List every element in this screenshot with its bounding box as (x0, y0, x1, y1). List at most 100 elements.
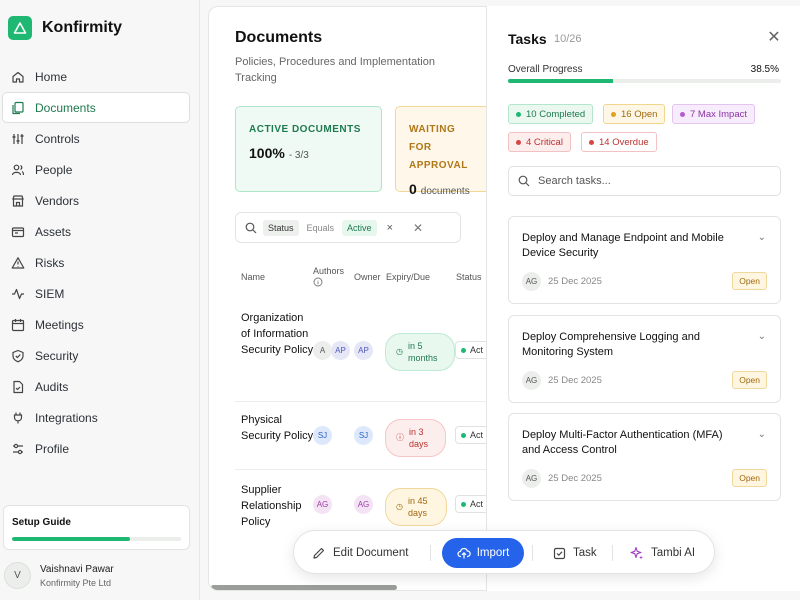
sidebar-item-label: Integrations (35, 410, 98, 425)
sidebar-item-audits[interactable]: Audits (2, 371, 190, 402)
tag-critical[interactable]: 4 Critical (508, 132, 571, 152)
sidebar-item-assets[interactable]: Assets (2, 216, 190, 247)
chevron-down-icon[interactable]: ⌄ (758, 429, 766, 440)
sidebar-item-people[interactable]: People (2, 154, 190, 185)
assets-icon (11, 226, 25, 237)
sidebar: Konfirmity Home Documents Controls Peopl… (0, 0, 200, 600)
filter-operator[interactable]: Equals (305, 223, 337, 233)
column-header-authors[interactable]: Authors (313, 265, 344, 290)
tambi-ai-button[interactable]: Tambi AI (630, 531, 695, 575)
task-search[interactable] (508, 166, 781, 196)
column-header-owner[interactable]: Owner (354, 271, 381, 283)
assignee-avatar: AG (522, 371, 541, 390)
sidebar-item-vendors[interactable]: Vendors (2, 185, 190, 216)
sidebar-item-siem[interactable]: SIEM (2, 278, 190, 309)
setup-guide-title: Setup Guide (12, 517, 71, 528)
sidebar-item-label: SIEM (35, 286, 65, 301)
tasks-panel: Tasks 10/26 ✕ Overall Progress 38.5% 10 … (486, 6, 800, 591)
waiting-approval-card[interactable]: WAITING FOR APPROVAL 0 documents (395, 106, 495, 197)
task-date: 25 Dec 2025 (548, 375, 602, 386)
tag-max-impact[interactable]: 7 Max Impact (672, 104, 756, 124)
horizontal-scrollbar[interactable] (211, 585, 397, 590)
sliders-icon (12, 133, 24, 144)
cloud-upload-icon (457, 547, 471, 559)
status-badge: Open (732, 469, 767, 487)
edit-document-button[interactable]: Edit Document (312, 531, 408, 575)
document-name[interactable]: Supplier Relationship Policy (241, 482, 315, 530)
tasks-title: Tasks (508, 31, 547, 47)
progress-fill (508, 79, 614, 83)
stat-label: ACTIVE DOCUMENTS (249, 124, 361, 135)
page-subtitle: Policies, Procedures and Implementation … (235, 56, 435, 84)
user-profile[interactable]: V Vaishnavi Pawar Konfirmity Pte Ltd (4, 562, 114, 589)
setup-guide-progress-fill (12, 537, 131, 541)
author-avatar: AP (331, 341, 350, 360)
author-avatar: AG (313, 495, 332, 514)
progress-bar (508, 79, 781, 83)
clear-filters-icon[interactable]: ✕ (413, 221, 423, 235)
chevron-down-icon[interactable]: ⌄ (758, 331, 766, 342)
task-name: Deploy Multi-Factor Authentication (MFA)… (522, 429, 723, 456)
document-name[interactable]: Organization of Information Security Pol… (241, 310, 315, 358)
task-card[interactable]: Deploy and Manage Endpoint and Mobile De… (508, 216, 781, 304)
author-avatar: A (313, 341, 332, 360)
filter-value[interactable]: Active (342, 219, 377, 236)
column-header-due[interactable]: Expiry/Due (386, 271, 430, 283)
add-task-button[interactable]: Task (553, 531, 597, 575)
author-avatar: SJ (313, 426, 332, 445)
pencil-icon (313, 547, 325, 559)
task-name: Deploy and Manage Endpoint and Mobile De… (522, 232, 724, 259)
filter-bar[interactable]: Status Equals Active × ✕ (235, 212, 461, 243)
chevron-down-icon[interactable]: ⌄ (758, 232, 766, 243)
task-date: 25 Dec 2025 (548, 473, 602, 484)
sidebar-item-profile[interactable]: Profile (2, 433, 190, 464)
tag-open[interactable]: 16 Open (603, 104, 666, 124)
tag-overdue[interactable]: 14 Overdue (581, 132, 657, 152)
sidebar-item-integrations[interactable]: Integrations (2, 402, 190, 433)
sidebar-item-label: Audits (35, 379, 69, 394)
tag-completed[interactable]: 10 Completed (508, 104, 594, 124)
task-date: 25 Dec 2025 (548, 276, 602, 287)
column-header-status[interactable]: Status (456, 271, 482, 283)
info-icon[interactable] (313, 277, 323, 287)
task-name: Deploy Comprehensive Logging and Monitor… (522, 331, 700, 358)
task-card[interactable]: Deploy Comprehensive Logging and Monitor… (508, 315, 781, 403)
setup-guide[interactable]: Setup Guide (3, 505, 190, 550)
owner-avatar: AP (354, 341, 373, 360)
plug-icon (13, 412, 23, 423)
active-documents-card[interactable]: ACTIVE DOCUMENTS 100% - 3/3 (235, 106, 382, 192)
due-badge: ◷ in 45 days (385, 488, 447, 526)
status-badge: Act (455, 341, 490, 359)
search-input[interactable] (538, 175, 768, 187)
sidebar-item-label: Documents (35, 100, 96, 115)
remove-filter-icon[interactable]: × (387, 222, 393, 234)
column-header-name[interactable]: Name (241, 271, 265, 283)
task-card[interactable]: Deploy Multi-Factor Authentication (MFA)… (508, 413, 781, 501)
sidebar-item-security[interactable]: Security (2, 340, 190, 371)
profile-settings-icon (13, 443, 23, 454)
search-icon (245, 222, 257, 233)
shield-icon (12, 349, 24, 362)
brand[interactable]: Konfirmity (8, 16, 122, 40)
sidebar-item-controls[interactable]: Controls (2, 123, 190, 154)
sidebar-item-label: Profile (35, 441, 70, 456)
document-name[interactable]: Physical Security Policy (241, 412, 315, 444)
alert-icon: ⓘ (396, 433, 404, 442)
stat-value: 0 documents (409, 181, 470, 197)
import-button[interactable]: Import (442, 538, 524, 568)
stat-label: WAITING FOR APPROVAL (409, 124, 468, 171)
sidebar-item-home[interactable]: Home (2, 61, 190, 92)
search-icon (518, 175, 530, 187)
progress-label: Overall Progress (508, 64, 583, 75)
sidebar-item-risks[interactable]: Risks (2, 247, 190, 278)
sidebar-nav: Home Documents Controls People Vendors A… (0, 61, 200, 464)
warning-icon (11, 256, 25, 269)
sidebar-item-documents[interactable]: Documents (2, 92, 190, 123)
status-badge: Act (455, 495, 490, 513)
close-icon[interactable]: ✕ (766, 30, 782, 46)
clock-icon: ◷ (396, 347, 403, 356)
audit-file-icon (13, 380, 24, 393)
sidebar-item-meetings[interactable]: Meetings (2, 309, 190, 340)
filter-field[interactable]: Status (263, 219, 299, 236)
status-badge: Open (732, 272, 767, 290)
